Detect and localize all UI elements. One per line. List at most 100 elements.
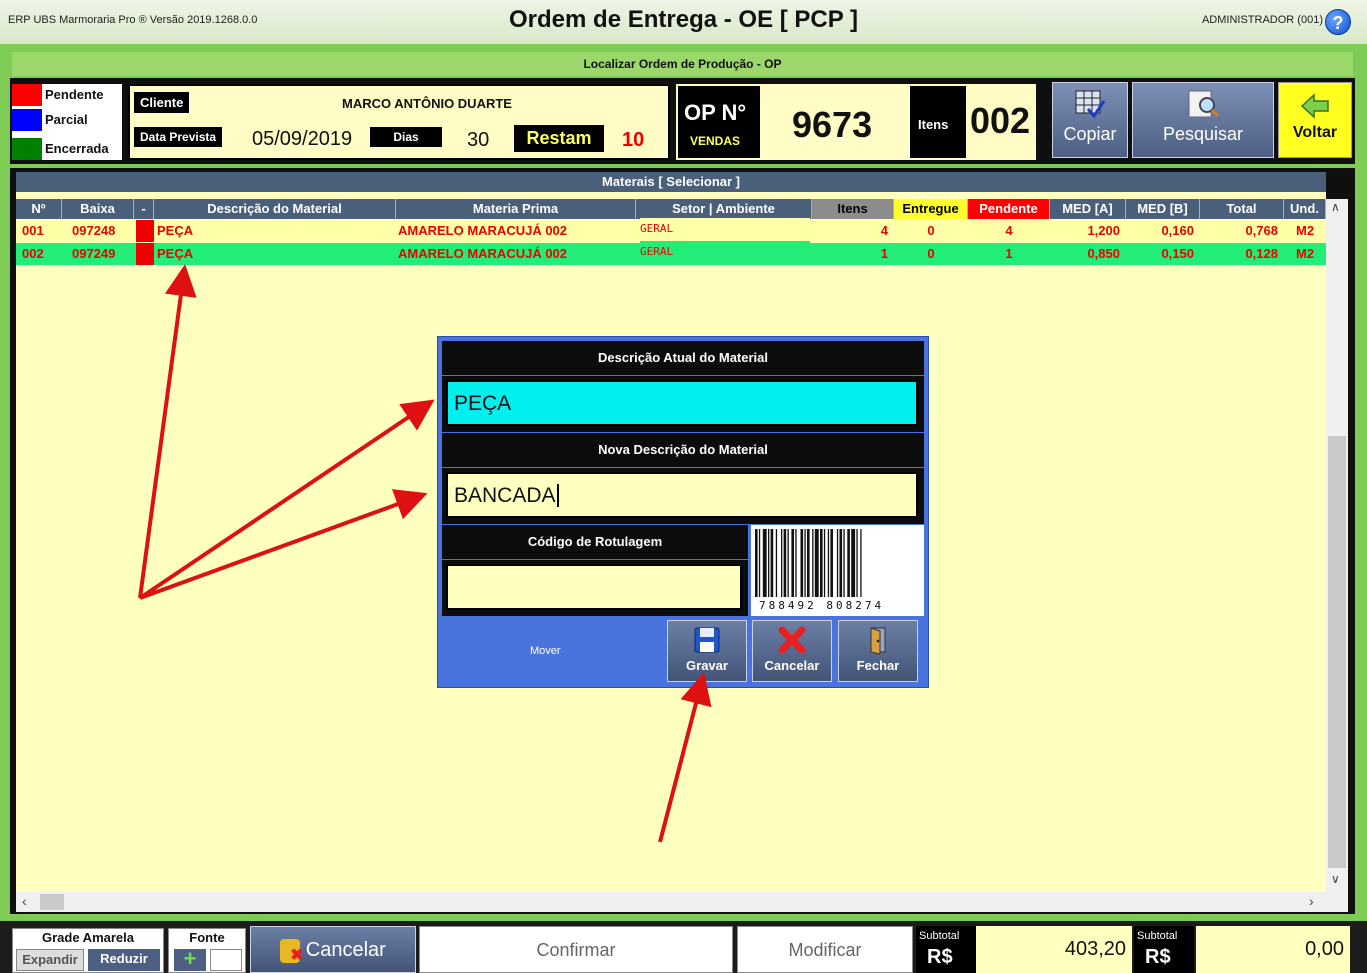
floppy-disk-icon	[694, 627, 720, 653]
client-label: Cliente	[134, 92, 190, 113]
cancel-button[interactable]: ✖ Cancelar	[250, 926, 416, 973]
new-description-label: Nova Descrição do Material	[442, 433, 924, 467]
scroll-down-icon[interactable]: ∨	[1331, 872, 1340, 886]
cancel-dialog-button[interactable]: Cancelar	[752, 620, 832, 682]
horizontal-scrollbar[interactable]	[16, 892, 1348, 912]
subtotal2-value: 0,00	[1305, 938, 1344, 960]
date-value: 05/09/2019	[252, 128, 353, 150]
confirm-button[interactable]: Confirmar	[419, 926, 733, 973]
copy-button[interactable]: Copiar	[1052, 82, 1128, 158]
row-pending: 4	[968, 220, 1050, 242]
legend-closed-swatch	[12, 138, 42, 160]
close-dialog-button[interactable]: Fechar	[838, 620, 918, 682]
row-items: 4	[812, 220, 894, 242]
new-description-field[interactable]: BANCADA​	[446, 472, 918, 518]
legend-pending-label: Pendente	[42, 84, 122, 106]
row-items: 1	[812, 243, 894, 265]
subtotal1-label: Subtotal	[919, 930, 960, 942]
text-cursor: ​	[556, 484, 559, 507]
header-med-a[interactable]: MED [A]	[1050, 199, 1126, 219]
legend-partial-label: Parcial	[42, 109, 122, 131]
move-label[interactable]: Mover	[530, 645, 561, 657]
client-name: MARCO ANTÔNIO DUARTE	[342, 96, 512, 111]
font-plus-button[interactable]: +	[174, 948, 206, 971]
back-button[interactable]: Voltar	[1278, 82, 1352, 158]
row-unit: M2	[1296, 243, 1324, 265]
grid-color-label: Grade Amarela	[41, 930, 134, 945]
row-sector: GERAL	[640, 218, 810, 240]
horizontal-scroll-thumb[interactable]	[40, 894, 64, 910]
row-status-marker	[136, 220, 154, 242]
header-items[interactable]: Itens	[812, 199, 894, 219]
header-unit[interactable]: Und.	[1284, 199, 1326, 219]
back-arrow-icon	[1300, 93, 1329, 119]
legend-pending-swatch	[12, 84, 42, 106]
header-delivered[interactable]: Entregue	[894, 199, 968, 219]
search-button[interactable]: Pesquisar	[1132, 82, 1274, 158]
op-number: 9673	[792, 104, 873, 145]
days-value: 30	[467, 129, 490, 151]
row-total: 0,128	[1200, 243, 1284, 265]
op-label: OP N°	[684, 100, 747, 125]
row-med-b: 0,160	[1126, 220, 1200, 242]
help-icon[interactable]: ?	[1325, 9, 1351, 35]
grid-title: Materais [ Selecionar ]	[16, 172, 1326, 192]
copy-label: Copiar	[1063, 124, 1117, 144]
date-label: Data Prevista	[134, 127, 223, 147]
subtotal1-currency: R$	[927, 946, 953, 968]
row-unit: M2	[1296, 220, 1324, 242]
search-bar[interactable]: Localizar Ordem de Produção - OP	[12, 52, 1353, 76]
row-delivered: 0	[894, 243, 968, 265]
subtotal2-currency: R$	[1145, 946, 1171, 968]
remaining-value: 10	[622, 129, 645, 151]
reduce-button[interactable]: Reduzir	[88, 949, 160, 971]
copy-icon	[1075, 90, 1106, 119]
header-num[interactable]: Nº	[16, 199, 62, 219]
vertical-scroll-thumb[interactable]	[1328, 436, 1346, 868]
row-status-marker	[136, 243, 154, 265]
current-description-label: Descrição Atual do Material	[442, 341, 924, 375]
label-code-label: Código de Rotulagem	[442, 525, 748, 559]
header-description[interactable]: Descrição do Material	[154, 199, 396, 219]
font-label: Fonte	[189, 930, 225, 945]
cancel-dialog-label: Cancelar	[764, 658, 820, 673]
new-description-value: BANCADA	[454, 484, 556, 507]
header-total[interactable]: Total	[1200, 199, 1284, 219]
row-num: 002	[22, 243, 60, 265]
row-description: PEÇA	[157, 243, 393, 265]
current-description-field[interactable]: PEÇA	[446, 380, 918, 426]
barcode: 788492 808274	[751, 525, 924, 616]
save-label: Gravar	[686, 658, 728, 673]
header-sector[interactable]: Setor | Ambiente	[636, 199, 812, 219]
header-pending[interactable]: Pendente	[968, 199, 1050, 219]
row-pending: 1	[968, 243, 1050, 265]
expand-button[interactable]: Expandir	[16, 949, 84, 971]
label-code-field[interactable]	[446, 564, 742, 610]
door-icon	[870, 627, 886, 655]
subtotal1-value: 403,20	[1064, 938, 1126, 960]
scroll-right-icon[interactable]: ›	[1309, 893, 1314, 909]
font-size-field[interactable]	[210, 949, 242, 971]
cancel-db-icon: ✖	[280, 938, 304, 963]
search-icon	[1188, 90, 1220, 118]
header-med-b[interactable]: MED [B]	[1126, 199, 1200, 219]
row-med-a: 0,850	[1050, 243, 1126, 265]
modify-button[interactable]: Modificar	[737, 926, 913, 973]
row-sector: GERAL	[640, 241, 810, 263]
days-label: Dias	[370, 127, 442, 147]
legend-closed-label: Encerrada	[42, 138, 122, 160]
scroll-left-icon[interactable]: ‹	[22, 893, 27, 909]
barcode-icon	[755, 529, 862, 597]
row-med-a: 1,200	[1050, 220, 1126, 242]
header-baixa[interactable]: Baixa	[62, 199, 134, 219]
save-button[interactable]: Gravar	[667, 620, 747, 682]
scroll-up-icon[interactable]: ∧	[1331, 200, 1340, 214]
row-med-b: 0,150	[1126, 243, 1200, 265]
red-x-icon	[778, 626, 806, 654]
row-total: 0,768	[1200, 220, 1284, 242]
header-raw-material[interactable]: Materia Prima	[396, 199, 636, 219]
remaining-label: Restam	[514, 125, 604, 152]
row-baixa: 097248	[72, 220, 132, 242]
header-flag[interactable]: -	[134, 199, 154, 219]
row-raw-material: AMARELO MARACUJÁ 002	[398, 220, 634, 242]
